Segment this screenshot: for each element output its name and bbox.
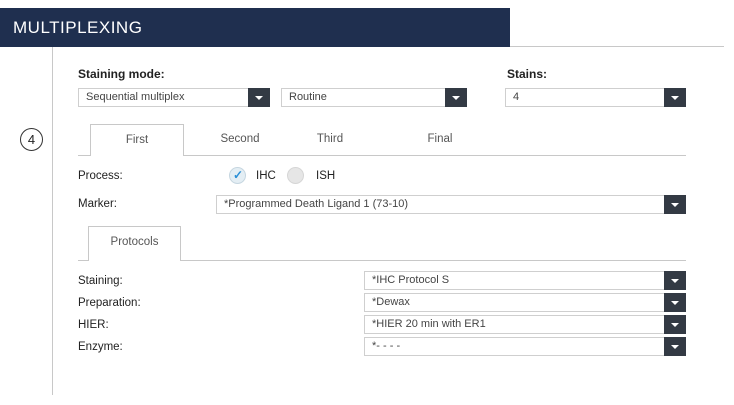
enzyme-label: Enzyme:: [78, 341, 123, 353]
staining-type-value: Routine: [289, 91, 327, 103]
chevron-down-icon[interactable]: [248, 88, 270, 107]
hier-protocol-select[interactable]: *HIER 20 min with ER1: [364, 315, 686, 334]
tab-second[interactable]: Second: [200, 124, 280, 154]
chevron-down-icon[interactable]: [445, 88, 467, 107]
staining-mode-select[interactable]: Sequential multiplex: [78, 88, 270, 107]
enzyme-protocol-select[interactable]: *- - - -: [364, 337, 686, 356]
staining-protocol-select[interactable]: *IHC Protocol S: [364, 271, 686, 290]
tab-protocols[interactable]: Protocols: [88, 226, 181, 261]
enzyme-protocol-value: *- - - -: [372, 340, 401, 352]
tab-final[interactable]: Final: [400, 124, 480, 154]
marker-value: *Programmed Death Ligand 1 (73-10): [224, 198, 409, 210]
staining-label: Staining:: [78, 275, 123, 287]
ihc-radio[interactable]: [229, 167, 246, 184]
stains-value: 4: [513, 91, 520, 103]
stains-select[interactable]: 4: [505, 88, 686, 107]
tab-third[interactable]: Third: [290, 124, 370, 154]
staining-protocol-value: *IHC Protocol S: [372, 274, 450, 286]
ish-label: ISH: [316, 170, 336, 182]
section-header: MULTIPLEXING: [0, 8, 510, 47]
preparation-protocol-value: *Dewax: [372, 296, 410, 308]
staining-mode-label: Staining mode:: [78, 67, 165, 81]
panel-left-border: [52, 47, 53, 395]
chevron-down-icon[interactable]: [664, 337, 686, 356]
hier-label: HIER:: [78, 319, 109, 331]
chevron-down-icon[interactable]: [664, 315, 686, 334]
marker-select[interactable]: *Programmed Death Ligand 1 (73-10): [216, 195, 686, 214]
preparation-label: Preparation:: [78, 297, 141, 309]
ihc-label: IHC: [256, 170, 276, 182]
preparation-protocol-select[interactable]: *Dewax: [364, 293, 686, 312]
hier-protocol-value: *HIER 20 min with ER1: [372, 318, 486, 330]
process-label: Process:: [78, 170, 123, 182]
section-title: MULTIPLEXING: [13, 18, 143, 37]
chevron-down-icon[interactable]: [664, 271, 686, 290]
header-divider: [510, 46, 724, 47]
stains-label: Stains:: [507, 67, 548, 81]
chevron-down-icon[interactable]: [664, 88, 686, 107]
tab-first[interactable]: First: [90, 124, 184, 156]
chevron-down-icon[interactable]: [664, 293, 686, 312]
marker-label: Marker:: [78, 198, 117, 210]
chevron-down-icon[interactable]: [664, 195, 686, 214]
step-number-badge: 4: [20, 128, 43, 151]
staining-type-select[interactable]: Routine: [281, 88, 467, 107]
staining-mode-value: Sequential multiplex: [86, 91, 185, 103]
ish-radio[interactable]: [287, 167, 304, 184]
